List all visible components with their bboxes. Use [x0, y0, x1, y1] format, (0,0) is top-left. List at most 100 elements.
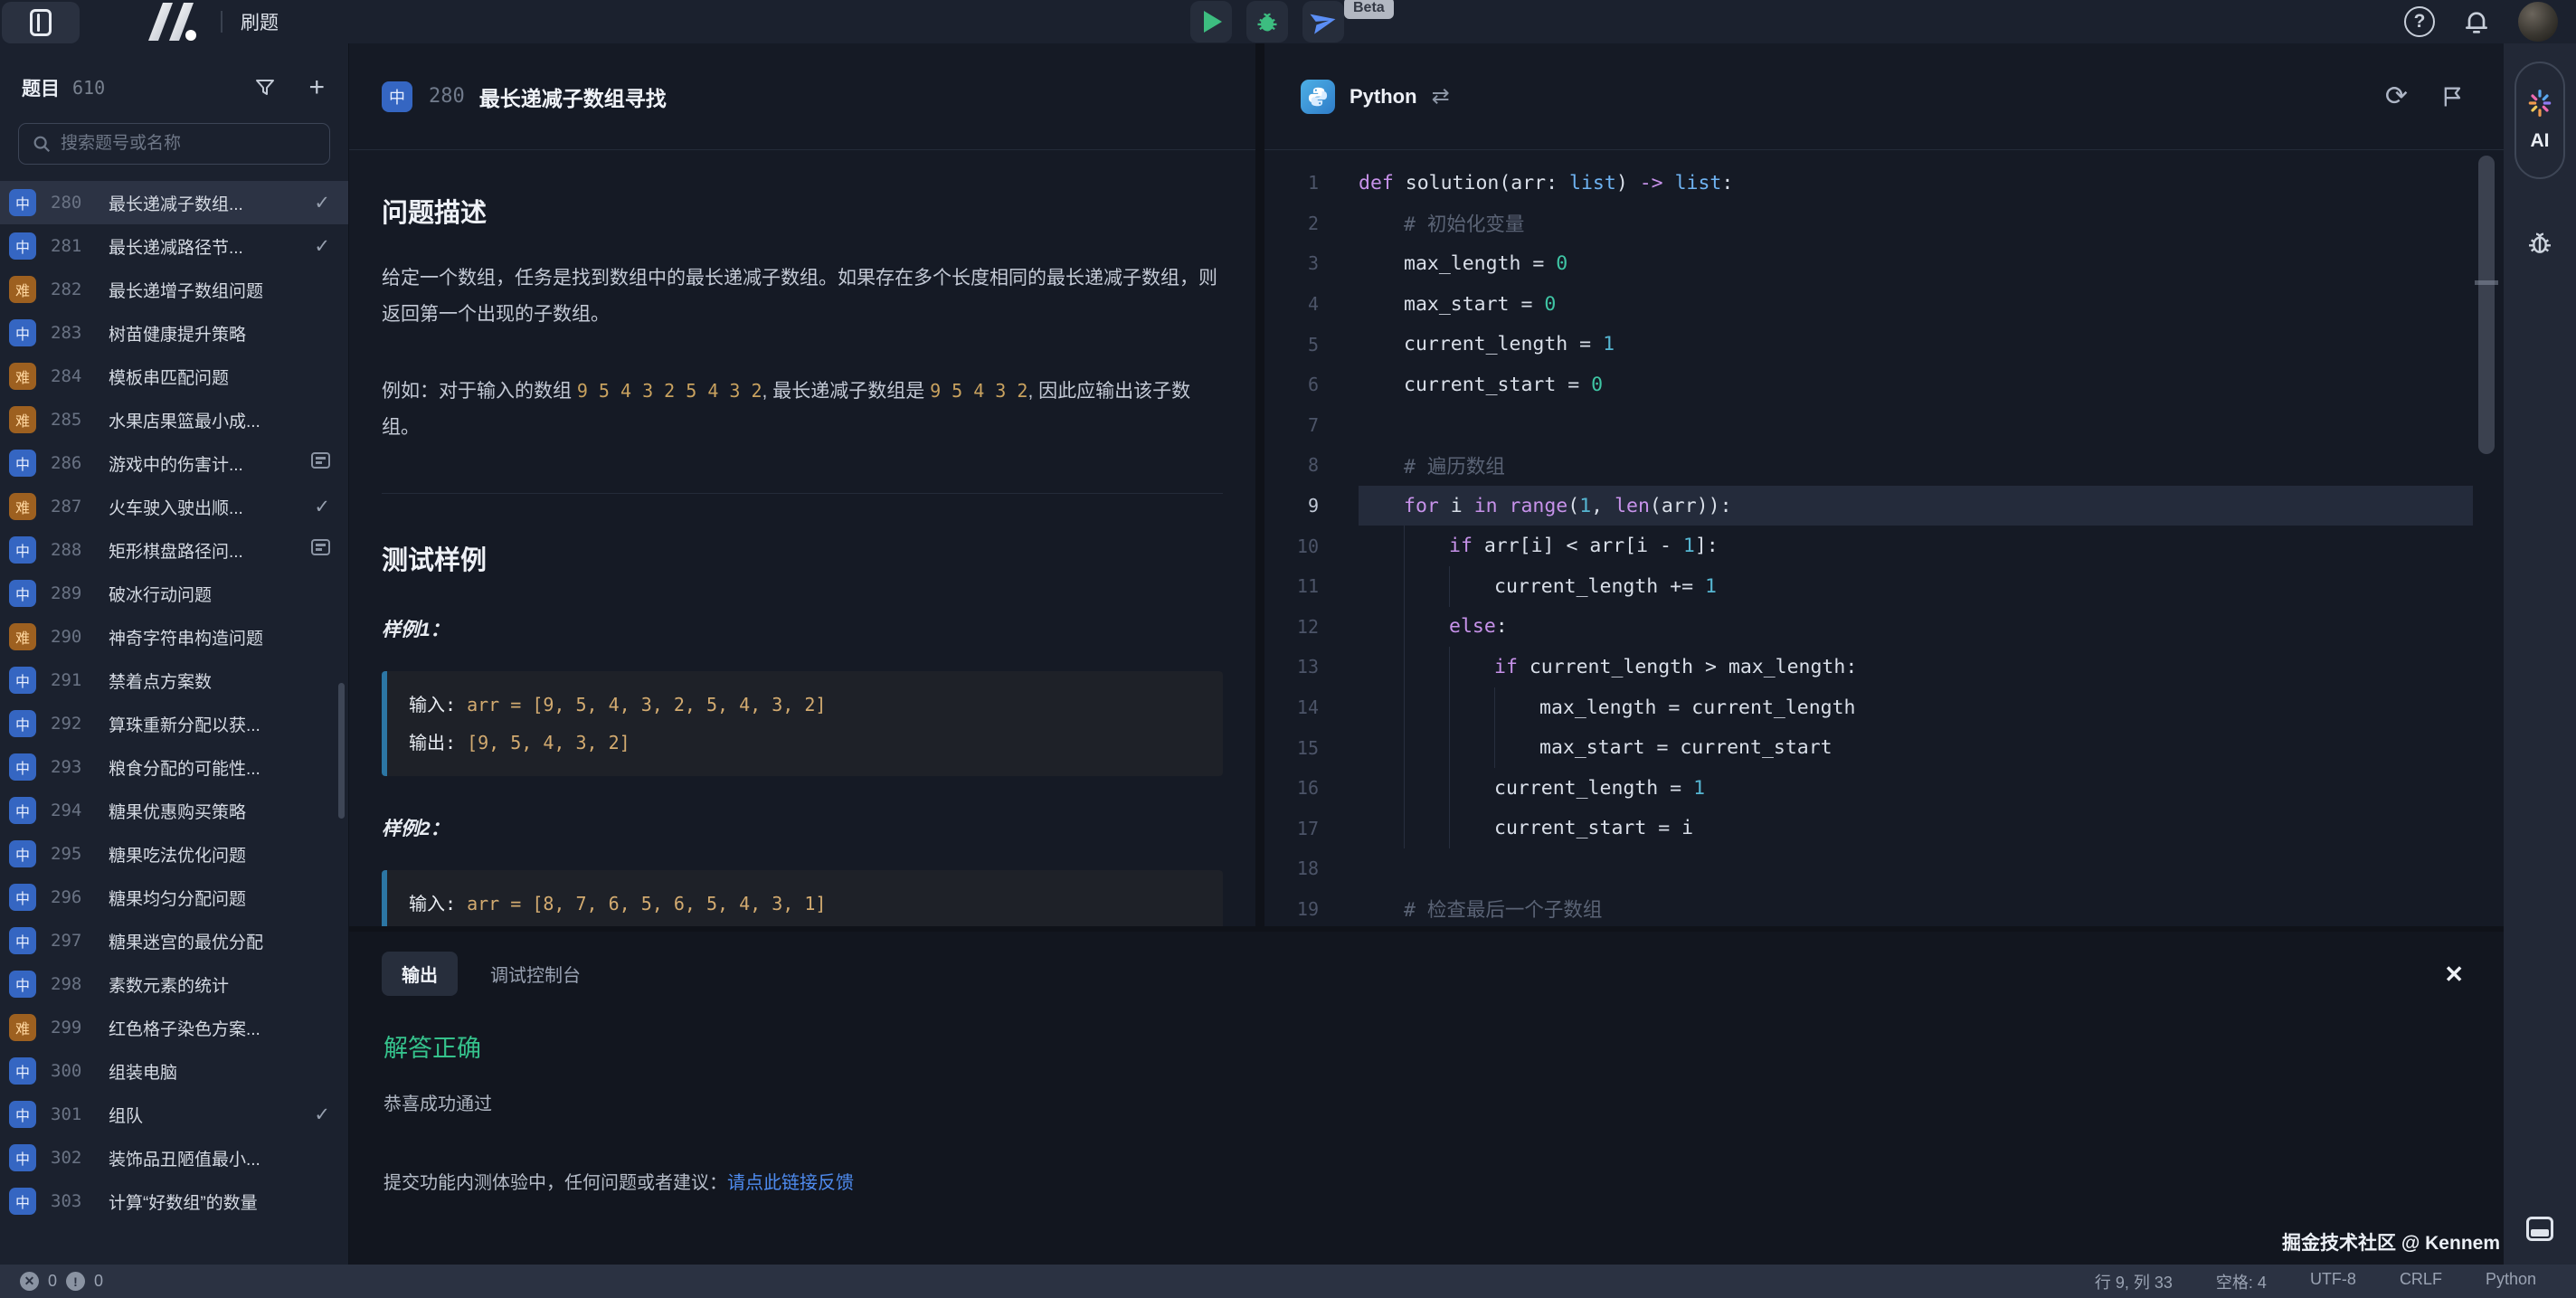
problem-title: 火车驶入驶出顺... — [109, 495, 301, 519]
code-line[interactable]: 17current_start = i — [1264, 809, 2504, 849]
problem-item[interactable]: 中300组装电脑 — [0, 1049, 348, 1093]
editor-scroll-marker — [2475, 280, 2498, 285]
code-line[interactable]: 12else: — [1264, 607, 2504, 648]
feedback-flag-icon[interactable] — [2440, 84, 2466, 109]
code-line[interactable]: 15max_start = current_start — [1264, 727, 2504, 768]
code-line[interactable]: 8# 遍历数组 — [1264, 445, 2504, 486]
app-logo[interactable] — [139, 3, 199, 41]
problem-item[interactable]: 中303计算“好数组”的数量 — [0, 1180, 348, 1223]
line-number: 15 — [1264, 737, 1359, 759]
problem-item[interactable]: 中298素数元素的统计 — [0, 962, 348, 1006]
filter-icon[interactable] — [254, 77, 276, 99]
search-icon — [32, 134, 52, 154]
code-line[interactable]: 13if current_length > max_length: — [1264, 647, 2504, 687]
problem-title: 算珠重新分配以获... — [109, 712, 301, 736]
status-item[interactable]: CRLF — [2400, 1270, 2442, 1293]
code-line[interactable]: 7 — [1264, 405, 2504, 446]
code-line[interactable]: 3max_length = 0 — [1264, 243, 2504, 284]
close-icon[interactable]: ✕ — [2444, 961, 2464, 989]
problem-item[interactable]: 中291禁着点方案数 — [0, 658, 348, 702]
problem-title: 最长递减子数组寻找 — [479, 81, 667, 112]
code-line[interactable]: 9for i in range(1, len(arr)): — [1264, 486, 2504, 526]
sidebar-scrollbar[interactable] — [338, 683, 345, 819]
add-icon[interactable]: + — [308, 76, 325, 99]
indent-guide — [1359, 647, 1404, 687]
problem-id: 301 — [51, 1104, 107, 1124]
statusbar-problems[interactable]: ✕ 0 ! 0 — [0, 1272, 103, 1291]
problem-item[interactable]: 中280最长递减子数组...✓ — [0, 181, 348, 224]
problem-item[interactable]: 中301组队✓ — [0, 1093, 348, 1136]
problem-id: 295 — [51, 844, 107, 864]
reset-code-icon[interactable]: ⟳ — [2385, 83, 2408, 110]
problem-item[interactable]: 难285水果店果篮最小成... — [0, 398, 348, 441]
problem-item[interactable]: 难282最长递增子数组问题 — [0, 268, 348, 311]
feedback-link[interactable]: 请点此链接反馈 — [727, 1173, 854, 1193]
problem-title: 计算“好数组”的数量 — [109, 1189, 301, 1214]
problem-item[interactable]: 中295糖果吃法优化问题 — [0, 832, 348, 876]
code-line[interactable]: 16current_length = 1 — [1264, 768, 2504, 809]
paper-plane-icon — [1307, 5, 1340, 38]
problem-item[interactable]: 中296糖果均匀分配问题 — [0, 876, 348, 919]
problem-item[interactable]: 难287火车驶入驶出顺...✓ — [0, 485, 348, 528]
problem-title: 最长递减路径节... — [109, 234, 301, 259]
problem-item[interactable]: 中288矩形棋盘路径问... — [0, 528, 348, 572]
code-line[interactable]: 18 — [1264, 848, 2504, 889]
panel-divider[interactable] — [1255, 43, 1264, 926]
status-item[interactable]: Python — [2486, 1270, 2536, 1293]
problem-item[interactable]: 中297糖果迷宫的最优分配 — [0, 919, 348, 962]
code-line[interactable]: 10if arr[i] < arr[i - 1]: — [1264, 526, 2504, 566]
code-line[interactable]: 2# 初始化变量 — [1264, 204, 2504, 244]
language-switch-icon[interactable]: ⇄ — [1432, 83, 1450, 109]
debug-rail-button[interactable] — [2525, 228, 2554, 261]
code-line[interactable]: 19# 检查最后一个子数组 — [1264, 889, 2504, 926]
statusbar-right: 行 9, 列 33 空格: 4 UTF-8 CRLF Python — [2095, 1270, 2576, 1293]
code-line[interactable]: 14max_length = current_length — [1264, 687, 2504, 728]
watermark: 掘金技术社区 @ Kennem — [2282, 1228, 2500, 1255]
status-item[interactable]: 行 9, 列 33 — [2095, 1270, 2173, 1293]
ai-assistant-button[interactable]: AI — [2514, 62, 2565, 179]
code-line[interactable]: 1def solution(arr: list) -> list: — [1264, 163, 2504, 204]
sidebar-toggle-button[interactable] — [2, 2, 80, 43]
problem-item[interactable]: 难284模板串匹配问题 — [0, 355, 348, 398]
toggle-panel-icon[interactable] — [2526, 1217, 2553, 1241]
problem-item[interactable]: 中289破冰行动问题 — [0, 572, 348, 615]
code-line[interactable]: 6current_start = 0 — [1264, 365, 2504, 405]
debug-button[interactable] — [1246, 1, 1288, 43]
run-button[interactable] — [1190, 1, 1232, 43]
problem-item[interactable]: 中294糖果优惠购买策略 — [0, 789, 348, 832]
bell-icon[interactable] — [2462, 7, 2491, 36]
tab-debug-console[interactable]: 调试控制台 — [472, 952, 599, 996]
line-content: current_length += 1 — [1359, 566, 2473, 607]
submit-button[interactable]: Beta — [1302, 1, 1344, 43]
problem-id: 280 — [51, 193, 107, 213]
difficulty-badge: 中 — [9, 840, 36, 867]
problem-panel: 中 280 最长递减子数组寻找 问题描述 给定一个数组，任务是找到数组中的最长递… — [349, 43, 1255, 926]
problem-item[interactable]: 中302装饰品丑陋值最小... — [0, 1136, 348, 1180]
problem-item[interactable]: 中283树苗健康提升策略 — [0, 311, 348, 355]
problem-item[interactable]: 中293粮食分配的可能性... — [0, 745, 348, 789]
problem-item[interactable]: 难299红色格子染色方案... — [0, 1006, 348, 1049]
output-panel: 输出调试控制台 ✕ 解答正确 恭喜成功通过 提交功能内测体验中，任何问题或者建议… — [349, 932, 2504, 1265]
code-line[interactable]: 11current_length += 1 — [1264, 566, 2504, 607]
problem-item[interactable]: 中281最长递减路径节...✓ — [0, 224, 348, 268]
difficulty-badge: 中 — [9, 232, 36, 260]
problem-item[interactable]: 难290神奇字符串构造问题 — [0, 615, 348, 658]
editor-scrollbar[interactable] — [2478, 156, 2495, 454]
code-line[interactable]: 5current_length = 1 — [1264, 324, 2504, 365]
sample-line: 输入: arr = [9, 5, 4, 3, 2, 5, 4, 3, 2] — [409, 686, 1201, 724]
status-item[interactable]: 空格: 4 — [2216, 1270, 2267, 1293]
search-input[interactable] — [61, 134, 317, 154]
section-heading-samples: 测试样例 — [382, 539, 1223, 577]
problem-item[interactable]: 中286游戏中的伤害计... — [0, 441, 348, 485]
code-line[interactable]: 4max_start = 0 — [1264, 284, 2504, 325]
tab-output[interactable]: 输出 — [382, 952, 458, 996]
problem-description: 给定一个数组，任务是找到数组中的最长递减子数组。如果存在多个长度相同的最长递减子… — [382, 261, 1223, 333]
avatar[interactable] — [2518, 2, 2558, 42]
help-icon[interactable]: ? — [2404, 6, 2435, 37]
problem-id: 292 — [51, 714, 107, 734]
indent-guide — [1449, 727, 1494, 768]
search-box[interactable] — [18, 123, 330, 165]
problem-item[interactable]: 中292算珠重新分配以获... — [0, 702, 348, 745]
status-item[interactable]: UTF-8 — [2310, 1270, 2356, 1293]
note-icon — [311, 452, 330, 469]
